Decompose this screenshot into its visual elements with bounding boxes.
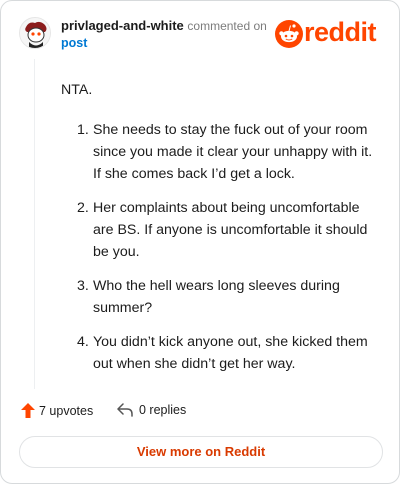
upvote-control[interactable]: 7 upvotes [21,403,93,418]
comment-footer: 7 upvotes 0 replies [21,403,379,421]
replies-control[interactable]: 0 replies [117,403,186,417]
username-link[interactable]: privlaged-and-white [61,18,184,33]
list-number: 4. [77,334,89,350]
list-item-text: Her complaints about being uncomfortable… [93,200,368,260]
comment-meta: privlaged-and-white commented on post [61,17,267,52]
list-item: 4. You didn’t kick anyone out, she kicke… [61,331,375,375]
comment-body: NTA. 1. She needs to stay the fuck out o… [61,79,375,387]
comment-header: privlaged-and-white commented on post re… [19,15,383,55]
reddit-snoo-icon [275,20,303,48]
avatar-icon [20,18,50,48]
list-number: 1. [77,122,89,138]
list-item-text: Who the hell wears long sleeves during s… [93,278,340,316]
user-avatar[interactable] [19,17,51,49]
list-item-text: You didn’t kick anyone out, she kicked t… [93,334,368,372]
post-link[interactable]: post [61,35,267,52]
comment-list: 1. She needs to stay the fuck out of you… [61,119,375,375]
upvote-count: 7 upvotes [39,403,94,418]
reply-arrow-icon [117,403,133,417]
view-more-button[interactable]: View more on Reddit [19,436,383,468]
list-item: 2. Her complaints about being uncomforta… [61,197,375,263]
list-item: 3. Who the hell wears long sleeves durin… [61,275,375,319]
list-number: 3. [77,278,89,294]
commented-on-label: commented on [187,19,267,33]
list-item: 1. She needs to stay the fuck out of you… [61,119,375,185]
comment-intro: NTA. [61,82,93,98]
upvote-arrow-icon [21,403,35,418]
list-number: 2. [77,200,89,216]
embedded-comment-card: privlaged-and-white commented on post re… [0,0,400,484]
list-item-text: She needs to stay the fuck out of your r… [93,122,373,182]
reddit-wordmark: reddit [304,17,377,47]
thread-line [34,59,35,389]
reply-count: 0 replies [139,403,187,417]
reddit-logo[interactable]: reddit [275,17,383,49]
